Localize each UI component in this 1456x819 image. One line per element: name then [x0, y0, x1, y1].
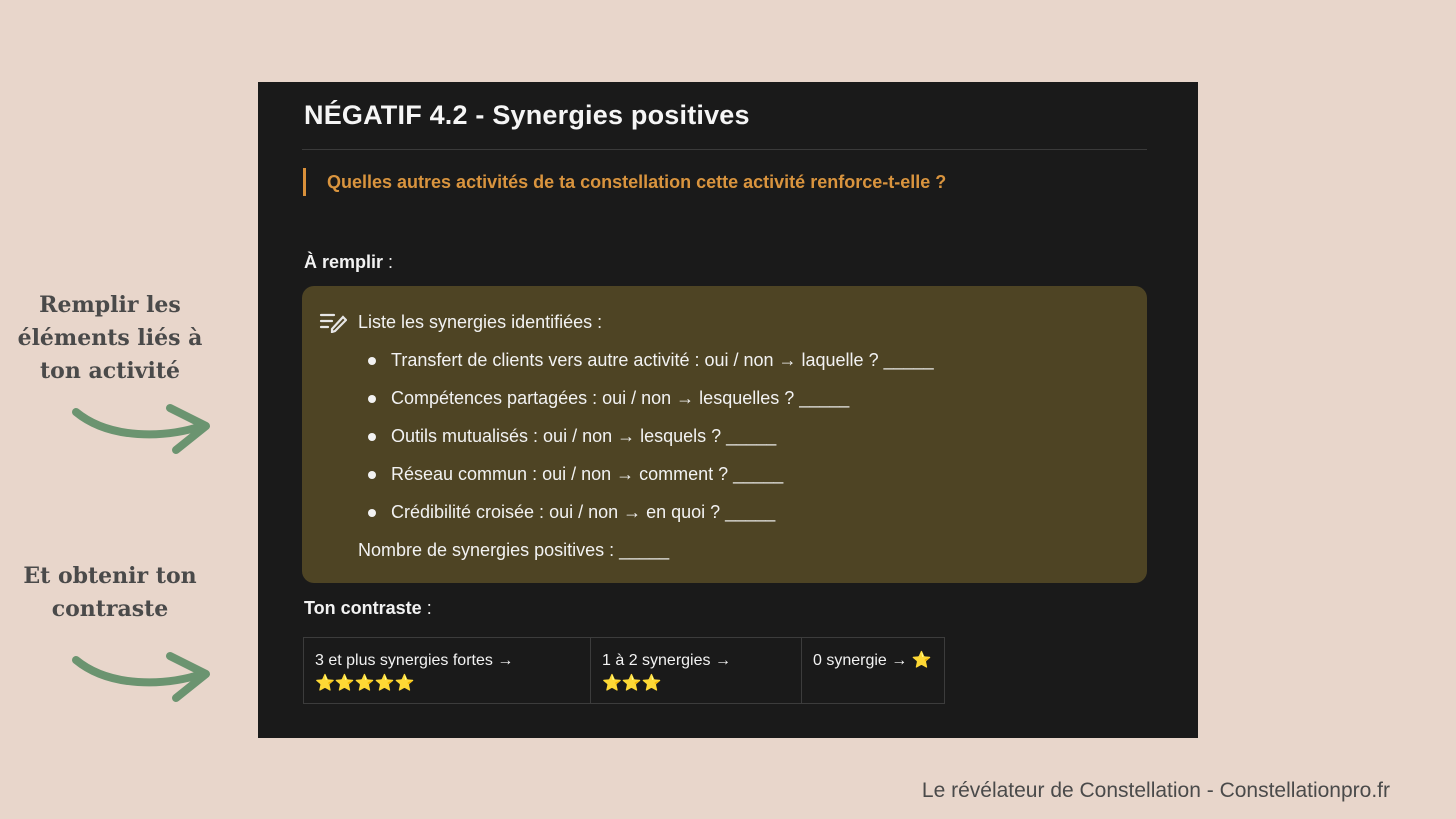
table-row: 3 et plus synergies fortes → ⭐⭐⭐⭐⭐ 1 à 2… — [303, 637, 945, 704]
curved-arrow-icon — [72, 404, 210, 454]
table-cell[interactable]: 1 à 2 synergies → ⭐⭐⭐ — [590, 637, 802, 704]
footer-credit: Le révélateur de Constellation - Constel… — [921, 779, 1390, 802]
fill-section-label: À remplir : — [304, 252, 393, 273]
table-cell[interactable]: 3 et plus synergies fortes → ⭐⭐⭐⭐⭐ — [303, 637, 591, 704]
list-item: Réseau commun : oui / non → comment ? __… — [358, 448, 934, 486]
title-divider — [302, 149, 1147, 150]
notion-page-panel: NÉGATIF 4.2 - Synergies positives Quelle… — [258, 82, 1198, 738]
fill-label-text: À remplir — [304, 252, 384, 272]
synergy-list: Transfert de clients vers autre activité… — [358, 334, 934, 524]
contrast-section-label: Ton contraste : — [304, 598, 432, 619]
edit-list-icon — [319, 313, 347, 333]
synergy-count-line: Nombre de synergies positives : _____ — [358, 540, 670, 560]
list-item: Crédibilité croisée : oui / non → en quo… — [358, 486, 934, 524]
table-cell[interactable]: 0 synergie → ⭐ — [801, 637, 945, 704]
callout-block[interactable]: Liste les synergies identifiées : Transf… — [302, 286, 1147, 583]
question-quote: Quelles autres activités de ta constella… — [327, 172, 947, 192]
list-item: Compétences partagées : oui / non → lesq… — [358, 372, 934, 410]
callout-title: Liste les synergies identifiées : — [358, 312, 603, 332]
list-item: Transfert de clients vers autre activité… — [358, 334, 934, 372]
fill-label-suffix: : — [383, 252, 394, 272]
contrast-table: 3 et plus synergies fortes → ⭐⭐⭐⭐⭐ 1 à 2… — [303, 637, 945, 704]
curved-arrow-icon — [72, 652, 210, 702]
page-title: NÉGATIF 4.2 - Synergies positives — [304, 100, 750, 130]
quote-bar — [303, 168, 306, 196]
side-note-fill: Remplir les éléments liés à ton activité — [17, 292, 203, 384]
side-note-contrast: Et obtenir ton contraste — [23, 563, 197, 622]
contrast-label-text: Ton contraste — [304, 598, 422, 618]
contrast-label-suffix: : — [421, 598, 432, 618]
list-item: Outils mutualisés : oui / non → lesquels… — [358, 410, 934, 448]
